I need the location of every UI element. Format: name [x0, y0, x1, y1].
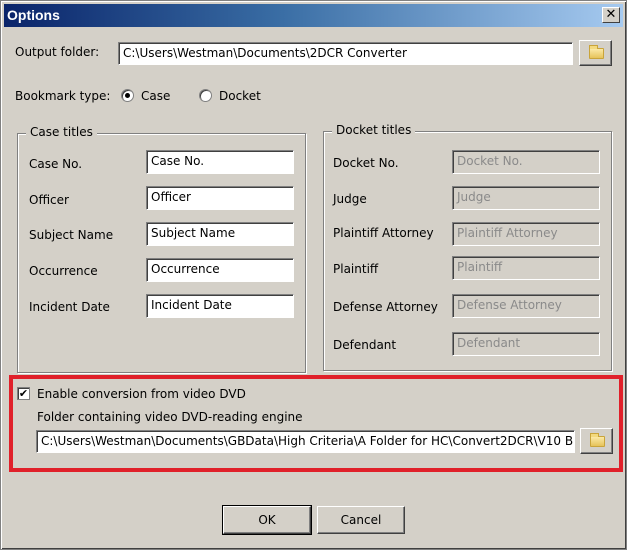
incident-date-input[interactable]: Incident Date: [146, 294, 294, 318]
plaintiff-input[interactable]: Plaintiff: [452, 256, 600, 280]
close-button[interactable]: ✕: [602, 7, 620, 23]
folder-icon: [590, 433, 605, 447]
enable-dvd-label[interactable]: Enable conversion from video DVD: [37, 387, 246, 401]
case-no-label: Case No.: [29, 157, 83, 171]
officer-label: Officer: [29, 193, 69, 207]
checkmark-icon: ✔: [18, 387, 29, 400]
defense-attorney-label: Defense Attorney: [333, 300, 438, 314]
radio-case-label[interactable]: Case: [141, 89, 170, 103]
officer-input[interactable]: Officer: [146, 186, 294, 210]
judge-label: Judge: [333, 192, 367, 206]
subject-name-label: Subject Name: [29, 228, 114, 242]
close-icon: ✕: [605, 7, 617, 22]
radio-case[interactable]: [121, 89, 134, 102]
radio-docket[interactable]: [199, 89, 212, 102]
output-folder-input[interactable]: C:\Users\Westman\Documents\2DCR Converte…: [118, 42, 573, 65]
case-no-input[interactable]: Case No.: [146, 150, 294, 174]
folder-icon: [589, 45, 604, 59]
docket-no-label: Docket No.: [333, 156, 399, 170]
defense-attorney-input[interactable]: Defense Attorney: [452, 294, 600, 318]
defendant-input[interactable]: Defendant: [452, 332, 600, 356]
dvd-folder-label: Folder containing video DVD-reading engi…: [37, 410, 303, 424]
radio-docket-label[interactable]: Docket: [219, 89, 261, 103]
incident-date-label: Incident Date: [29, 300, 110, 314]
case-titles-heading: Case titles: [26, 125, 97, 139]
cancel-button[interactable]: Cancel: [317, 506, 405, 534]
title-bar[interactable]: Options ✕: [4, 4, 623, 27]
plaintiff-attorney-input[interactable]: Plaintiff Attorney: [452, 222, 600, 246]
browse-output-folder-button[interactable]: [579, 40, 612, 66]
occurrence-input[interactable]: Occurrence: [146, 258, 294, 282]
dvd-folder-input[interactable]: C:\Users\Westman\Documents\GBData\High C…: [36, 430, 575, 453]
occurrence-label: Occurrence: [29, 264, 98, 278]
enable-dvd-checkbox[interactable]: ✔: [17, 387, 30, 400]
judge-input[interactable]: Judge: [452, 186, 600, 210]
docket-titles-heading: Docket titles: [332, 123, 416, 137]
plaintiff-attorney-label: Plaintiff Attorney: [333, 226, 434, 240]
output-folder-label: Output folder:: [15, 45, 100, 59]
defendant-label: Defendant: [333, 338, 397, 352]
browse-dvd-folder-button[interactable]: [580, 428, 613, 454]
subject-name-input[interactable]: Subject Name: [146, 222, 294, 246]
options-dialog: Options ✕ Output folder: C:\Users\Westma…: [0, 0, 627, 550]
dialog-title: Options: [7, 7, 60, 23]
ok-button[interactable]: OK: [222, 505, 312, 535]
bookmark-type-label: Bookmark type:: [15, 89, 111, 103]
plaintiff-label: Plaintiff: [333, 262, 379, 276]
docket-no-input[interactable]: Docket No.: [452, 150, 600, 174]
